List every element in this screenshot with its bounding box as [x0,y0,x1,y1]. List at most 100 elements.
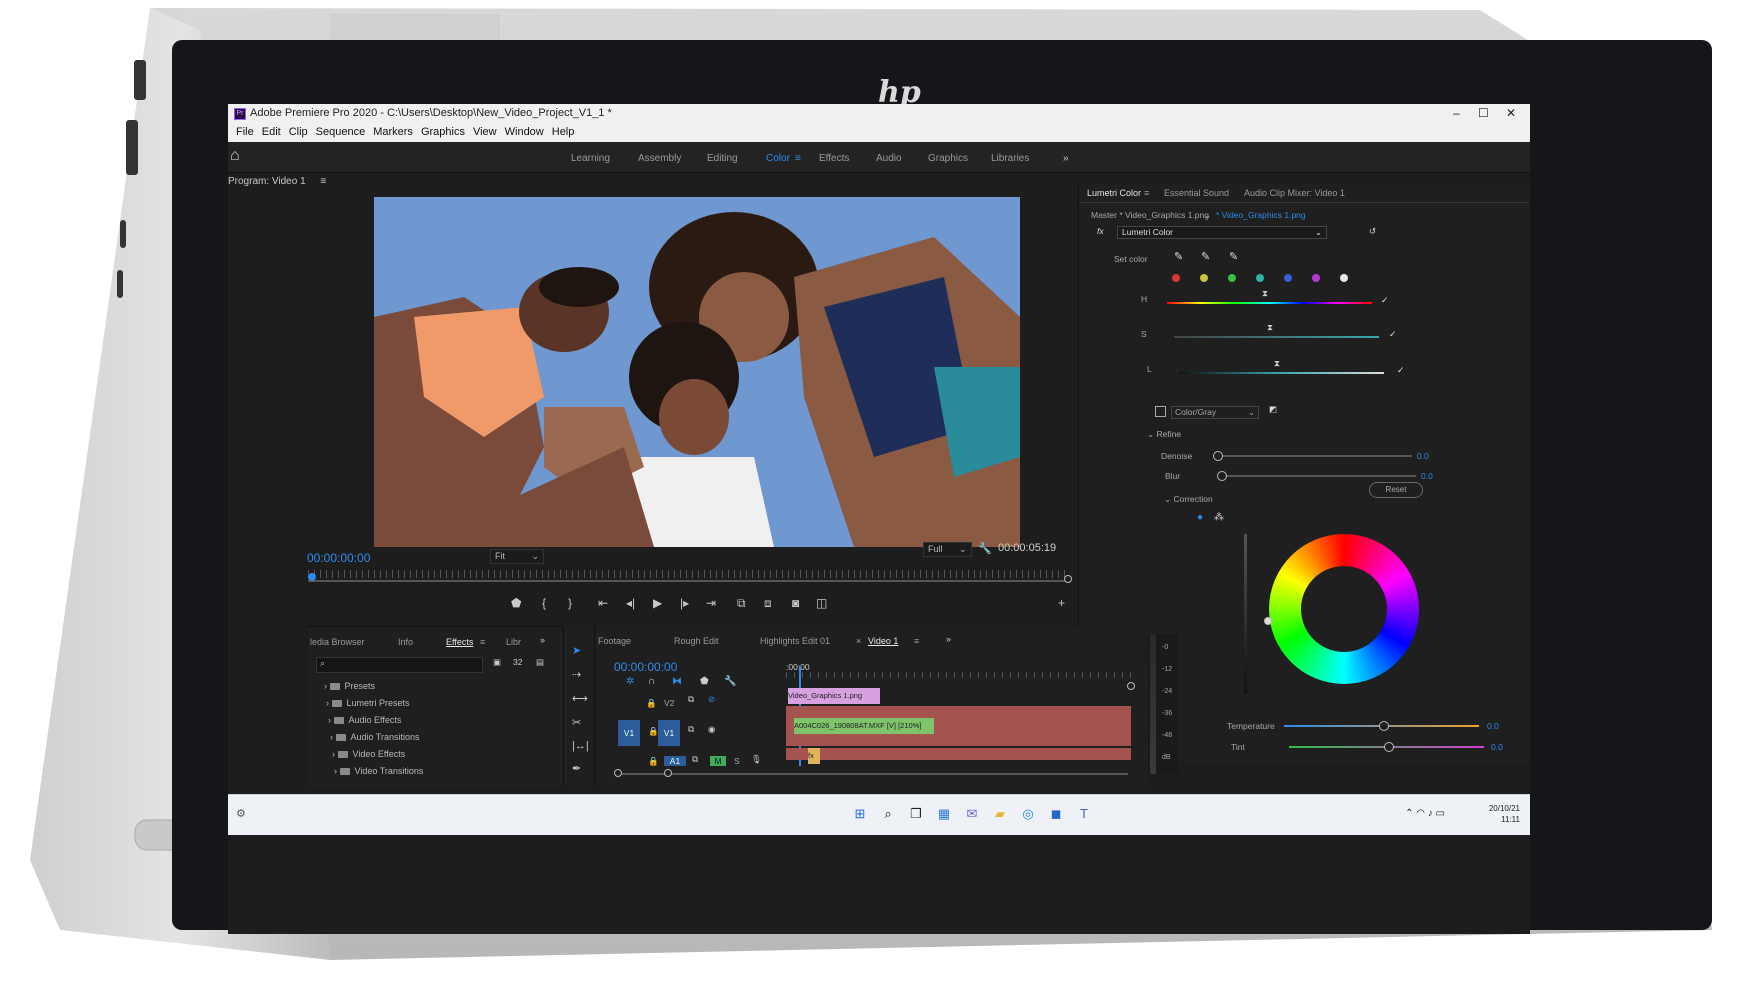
color-swatch[interactable] [1312,274,1320,282]
zoom-handle-left[interactable] [614,769,622,777]
eyedropper-icon[interactable]: ✎ [1174,250,1183,263]
accelerated-effects-icon[interactable]: ▣ [493,657,501,668]
search-icon[interactable]: ⌕ [879,805,897,823]
more-tabs-icon[interactable]: » [946,634,951,644]
mark-out-icon[interactable]: } [568,596,572,610]
minimize-button[interactable]: – [1453,106,1460,120]
color-swatch[interactable] [1340,274,1348,282]
color-gray-checkbox[interactable] [1155,406,1166,417]
tab-audio-clip-mixer[interactable]: Audio Clip Mixer: Video 1 [1244,188,1345,198]
effects-tree-item[interactable]: › Audio Transitions [330,732,420,742]
workspace-menu-icon[interactable]: ≡ [795,153,801,164]
workspace-libraries[interactable]: Libraries [991,153,1029,164]
tray-time[interactable]: 11:11 [1489,814,1520,825]
go-to-in-icon[interactable]: ⇤ [598,596,608,610]
blur-value[interactable]: 0.0 [1421,471,1433,481]
chevron-right-icon[interactable]: › [334,766,340,776]
task-view-icon[interactable]: ❐ [907,805,925,823]
source-patch-v1[interactable]: V1 [618,720,640,746]
tab-highlights-edit[interactable]: Highlights Edit 01 [760,636,830,646]
tab-libraries[interactable]: Libr [506,637,521,647]
step-back-icon[interactable]: ◂| [626,596,635,610]
color-swatch[interactable] [1172,274,1180,282]
add-button-icon[interactable]: + [1058,596,1065,610]
denoise-slider[interactable] [1217,455,1412,457]
color-swatch[interactable] [1256,274,1264,282]
tab-video-1[interactable]: Video 1 [868,636,898,646]
tray-date[interactable]: 20/10/21 [1489,803,1520,814]
track-select-tool-icon[interactable]: ⇢ [572,668,581,681]
32bit-effects-icon[interactable]: 32 [513,657,522,667]
blur-handle[interactable] [1217,471,1227,481]
hue-checkbox[interactable]: ✓ [1381,296,1389,305]
chevron-right-icon[interactable]: › [330,732,336,742]
tab-rough-edit[interactable]: Rough Edit [674,636,719,646]
quality-dropdown[interactable]: Full ⌄ [923,542,972,557]
linked-selection-icon[interactable]: ∩ [648,676,655,687]
effect-dropdown[interactable]: Lumetri Color ⌄ [1117,226,1327,239]
eye-icon[interactable]: ◉ [708,724,715,735]
color-wheel-luma-handle[interactable] [1264,617,1272,625]
timeline-settings-icon[interactable]: 🔧 [724,676,736,687]
hue-slider[interactable] [1167,302,1372,304]
selection-tool-icon[interactable]: ➤ [572,644,581,657]
tab-essential-sound[interactable]: Essential Sound [1164,188,1229,198]
lift-icon[interactable]: ⧉ [737,596,746,611]
program-scrub-bar[interactable] [308,580,1068,582]
add-marker-icon[interactable]: ⬟ [511,596,521,610]
home-icon[interactable]: ⌂ [230,147,250,167]
workspace-assembly[interactable]: Assembly [638,153,681,164]
lock-icon[interactable]: 🔒 [648,756,659,767]
zoom-fit-dropdown[interactable]: Fit ⌄ [490,549,545,564]
menu-clip[interactable]: Clip [289,126,308,138]
tab-effects[interactable]: Effects [446,637,473,647]
refine-section-toggle[interactable]: ⌄ Refine [1147,429,1181,440]
solo-button[interactable]: S [734,756,740,766]
three-wheels-icon[interactable]: ⁂ [1214,512,1224,523]
wrench-icon[interactable]: 🔧 [978,542,992,555]
track-v1-label[interactable]: V1 [658,720,680,746]
more-tabs-icon[interactable]: » [540,635,545,645]
scroll-handle[interactable] [1127,682,1135,690]
file-explorer-icon[interactable]: ▰ [991,805,1009,823]
saturation-checkbox[interactable]: ✓ [1389,330,1397,339]
close-tab-icon[interactable]: × [856,636,861,646]
nest-icon[interactable]: ⧓ [672,676,682,687]
more-workspaces-icon[interactable]: » [1063,153,1069,164]
temperature-value[interactable]: 0.0 [1487,721,1499,731]
go-to-out-icon[interactable]: ⇥ [706,596,716,610]
eyedropper-subtract-icon[interactable]: ✎ [1229,250,1238,263]
effects-tree-item[interactable]: › Video Effects [332,749,405,759]
tab-footage[interactable]: Footage [598,636,631,646]
menu-file[interactable]: File [236,126,254,138]
track-a1-label[interactable]: A1 [664,756,686,766]
sync-lock-icon[interactable]: ⧉ [692,754,698,765]
zoom-handle-right[interactable] [664,769,672,777]
slip-tool-icon[interactable]: |↔| [572,740,589,752]
menu-markers[interactable]: Markers [373,126,413,138]
timeline-timecode[interactable]: 00:00:00:00 [614,660,677,674]
workspace-learning[interactable]: Learning [571,153,610,164]
menu-window[interactable]: Window [505,126,544,138]
chevron-right-icon[interactable]: › [328,715,334,725]
workspace-audio[interactable]: Audio [876,153,902,164]
luminance-checkbox[interactable]: ✓ [1397,366,1405,375]
program-ruler[interactable] [308,570,1068,578]
program-timecode-current[interactable]: 00:00:00:00 [307,551,370,565]
eye-hidden-icon[interactable]: ⊘ [708,694,715,705]
comparison-view-icon[interactable]: ◫ [816,596,827,610]
timeline-zoom-bar[interactable] [618,773,1128,775]
camera-icon[interactable]: ◙ [792,596,799,610]
tab-info[interactable]: Info [398,637,413,647]
chevron-down-icon[interactable]: ⌄ [1204,210,1211,221]
saturation-slider[interactable] [1174,336,1379,338]
temperature-handle[interactable] [1379,721,1389,731]
color-swatch[interactable] [1200,274,1208,282]
maximize-button[interactable]: ☐ [1478,106,1489,120]
chat-icon[interactable]: ✉ [963,805,981,823]
color-wheel-luma-slider[interactable] [1244,534,1247,694]
color-swatch[interactable] [1284,274,1292,282]
menu-view[interactable]: View [473,126,497,138]
close-button[interactable]: ✕ [1506,106,1516,120]
tab-menu-icon[interactable]: ≡ [480,637,485,647]
